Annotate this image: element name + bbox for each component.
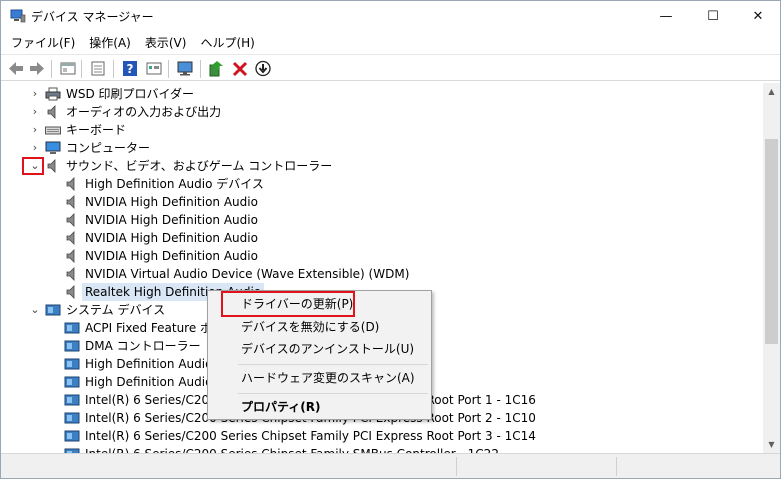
- chevron-down-icon[interactable]: ⌄: [29, 304, 41, 316]
- scroll-down-icon[interactable]: ▼: [763, 436, 780, 453]
- tree-item-device[interactable]: NVIDIA High Definition Audio: [1, 211, 763, 229]
- update-driver-icon[interactable]: [207, 60, 225, 77]
- system-device-icon: [64, 394, 80, 406]
- scroll-thumb[interactable]: [765, 139, 778, 344]
- keyboard-icon: [45, 126, 61, 135]
- printer-icon: [45, 87, 61, 101]
- speaker-icon: [66, 213, 75, 227]
- update-driver-highlight-box: [221, 291, 355, 317]
- tree-item-audio-io[interactable]: › オーディオの入力および出力: [1, 103, 763, 121]
- speaker-icon: [66, 249, 75, 263]
- tree-item-label: WSD 印刷プロバイダー: [66, 87, 195, 101]
- tree-item-label: コンピューター: [66, 141, 151, 155]
- tree-item-device[interactable]: Intel(R) 6 Series/C200 Series Chipset Fa…: [1, 427, 763, 445]
- system-device-icon: [64, 358, 80, 370]
- speaker-icon: [47, 159, 56, 173]
- tree-item-label: Intel(R) 6 Series/C200 Series Chipset Fa…: [85, 445, 499, 453]
- maximize-button[interactable]: ☐: [690, 1, 736, 31]
- status-bar: [1, 453, 780, 478]
- system-device-icon: [64, 322, 80, 334]
- menu-item-disable-device[interactable]: デバイスを無効にする(D): [209, 316, 430, 338]
- tree-item-label: キーボード: [66, 123, 127, 137]
- tree-item-label: NVIDIA High Definition Audio: [85, 249, 258, 263]
- menu-item-scan-hardware[interactable]: ハードウェア変更のスキャン(A): [209, 367, 430, 389]
- system-device-icon: [64, 340, 80, 352]
- toolbar: ?: [1, 54, 780, 81]
- tree-item-device[interactable]: Intel(R) 6 Series/C200 Series Chipset Fa…: [1, 445, 763, 453]
- speaker-icon: [66, 231, 75, 245]
- help-icon[interactable]: ?: [121, 60, 139, 77]
- tree-item-label: NVIDIA Virtual Audio Device (Wave Extens…: [85, 267, 410, 281]
- tree-item-wsd[interactable]: › WSD 印刷プロバイダー: [1, 85, 763, 103]
- uninstall-icon[interactable]: [231, 60, 249, 77]
- show-tree-icon[interactable]: [59, 60, 77, 77]
- menu-item-properties[interactable]: プロパティ(R): [209, 396, 430, 418]
- tree-item-label: DMA コントローラー: [85, 339, 201, 353]
- chevron-right-icon[interactable]: ›: [29, 106, 41, 118]
- vertical-scrollbar[interactable]: ▲ ▼: [763, 83, 780, 453]
- context-menu: ドライバーの更新(P) デバイスを無効にする(D) デバイスのアンインストール(…: [207, 290, 432, 420]
- tree-item-device[interactable]: NVIDIA Virtual Audio Device (Wave Extens…: [1, 265, 763, 283]
- speaker-icon: [66, 195, 75, 209]
- chevron-right-icon[interactable]: ›: [29, 88, 41, 100]
- tree-item-device[interactable]: High Definition Audio デバイス: [1, 175, 763, 193]
- menu-item-uninstall-device[interactable]: デバイスのアンインストール(U): [209, 338, 430, 360]
- forward-icon[interactable]: [28, 60, 46, 77]
- menu-bar: ファイル(F) 操作(A) 表示(V) ヘルプ(H): [1, 32, 780, 53]
- tree-item-label: NVIDIA High Definition Audio: [85, 195, 258, 209]
- system-device-icon: [45, 304, 61, 316]
- monitor-icon[interactable]: [176, 60, 194, 77]
- menu-help[interactable]: ヘルプ(H): [193, 34, 261, 51]
- tree-item-label: オーディオの入力および出力: [66, 105, 222, 119]
- scroll-up-icon[interactable]: ▲: [763, 83, 780, 100]
- computer-icon: [45, 141, 61, 154]
- tree-item-sound-video-game[interactable]: ⌄ サウンド、ビデオ、およびゲーム コントローラー: [1, 157, 763, 175]
- tree-item-label: サウンド、ビデオ、およびゲーム コントローラー: [66, 159, 333, 173]
- speaker-icon: [47, 105, 56, 119]
- device-manager-window: デバイス マネージャー — ☐ ✕ ファイル(F) 操作(A) 表示(V) ヘル…: [0, 0, 781, 479]
- device-manager-icon: [10, 9, 26, 23]
- menu-action[interactable]: 操作(A): [82, 34, 138, 51]
- tree-item-keyboard[interactable]: › キーボード: [1, 121, 763, 139]
- svg-text:?: ?: [127, 62, 134, 76]
- tree-item-label: Intel(R) 6 Series/C200 Series Chipset Fa…: [85, 429, 536, 443]
- chevron-right-icon[interactable]: ›: [29, 124, 41, 136]
- tree-item-device[interactable]: NVIDIA High Definition Audio: [1, 193, 763, 211]
- menu-file[interactable]: ファイル(F): [4, 34, 82, 51]
- menu-view[interactable]: 表示(V): [138, 34, 194, 51]
- window-title: デバイス マネージャー: [31, 10, 154, 24]
- close-button[interactable]: ✕: [735, 1, 781, 31]
- view-icon[interactable]: [145, 60, 163, 77]
- chevron-highlight-box: [22, 157, 44, 175]
- tree-item-label: NVIDIA High Definition Audio: [85, 231, 258, 245]
- back-icon[interactable]: [7, 60, 25, 77]
- tree-item-device[interactable]: NVIDIA High Definition Audio: [1, 247, 763, 265]
- title-bar: デバイス マネージャー — ☐ ✕: [1, 1, 780, 31]
- tree-item-label: High Definition Audio デバイス: [85, 177, 264, 191]
- system-device-icon: [64, 412, 80, 424]
- system-device-icon: [64, 430, 80, 442]
- tree-item-device[interactable]: NVIDIA High Definition Audio: [1, 229, 763, 247]
- speaker-icon: [66, 177, 75, 191]
- speaker-icon: [66, 267, 75, 281]
- tree-item-label: システム デバイス: [66, 303, 166, 317]
- speaker-icon: [66, 285, 75, 299]
- tree-item-computer[interactable]: › コンピューター: [1, 139, 763, 157]
- system-device-icon: [64, 376, 80, 388]
- disable-icon[interactable]: [254, 60, 272, 77]
- tree-item-label: NVIDIA High Definition Audio: [85, 213, 258, 227]
- chevron-right-icon[interactable]: ›: [29, 142, 41, 154]
- properties-icon[interactable]: [89, 60, 107, 77]
- minimize-button[interactable]: —: [643, 1, 689, 31]
